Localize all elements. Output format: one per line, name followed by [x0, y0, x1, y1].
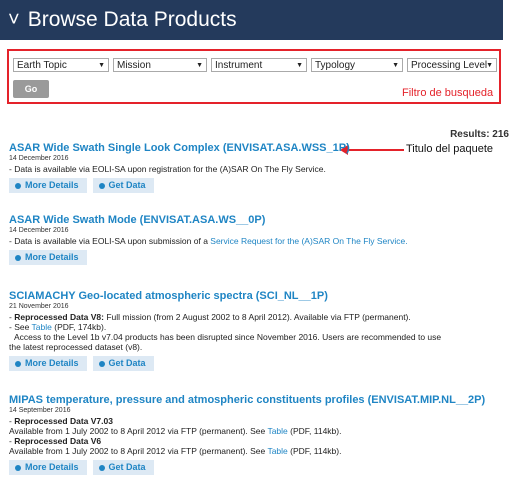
dropdown-arrow-icon: ▼: [486, 62, 493, 69]
more-details-icon: [15, 360, 21, 367]
product-description: - Data is available via EOLI-SA upon reg…: [9, 164, 326, 174]
instrument-select[interactable]: Instrument ▼: [211, 58, 307, 72]
desc-text: Available from 1 July 2002 to 8 April 20…: [9, 426, 268, 436]
collapse-caret-icon[interactable]: ˅: [8, 10, 20, 30]
product-title-link[interactable]: MIPAS temperature, pressure and atmosphe…: [9, 394, 509, 406]
dropdown-arrow-icon: ▼: [98, 62, 105, 69]
filter-panel: Earth Topic ▼ Mission ▼ Instrument ▼ Typolo…: [7, 49, 501, 104]
get-data-button[interactable]: Get Data: [92, 356, 154, 371]
desc-line: Available from 1 July 2002 to 8 April 20…: [9, 446, 509, 456]
get-data-icon: [98, 360, 105, 367]
product-title-link[interactable]: ASAR Wide Swath Single Look Complex (ENV…: [9, 142, 509, 154]
table-link[interactable]: Table: [32, 322, 52, 332]
typology-select-label: Typology: [315, 60, 356, 71]
desc-text: (PDF, 114kb).: [287, 426, 342, 436]
get-data-label: Get Data: [108, 358, 146, 368]
product-description: - Reprocessed Data V8: Full mission (fro…: [9, 312, 509, 352]
dropdown-arrow-icon: ▼: [392, 62, 399, 69]
more-details-label: More Details: [25, 180, 79, 190]
mission-select-label: Mission: [117, 60, 151, 71]
dropdown-arrow-icon: ▼: [296, 62, 303, 69]
desc-text: Full mission (from 2 August 2002 to 8 Ap…: [103, 312, 411, 322]
go-button[interactable]: Go: [13, 80, 49, 98]
product-date: 14 December 2016: [9, 227, 69, 234]
product-actions: More Details Get Data: [9, 460, 509, 475]
processing-level-select-label: Processing Level: [411, 60, 488, 71]
desc-text: See: [14, 322, 32, 332]
product-title-link[interactable]: SCIAMACHY Geo-located atmospheric spectr…: [9, 290, 509, 302]
reprocessed-label: Reprocessed Data V8:: [14, 312, 104, 322]
reprocessed-label: Reprocessed Data V6: [14, 436, 102, 446]
page-header: ˅ Browse Data Products: [0, 0, 503, 40]
product-description: - Reprocessed Data V7.03 Available from …: [9, 416, 509, 456]
dropdown-arrow-icon: ▼: [196, 62, 203, 69]
processing-level-select[interactable]: Processing Level ▼: [407, 58, 497, 72]
more-details-label: More Details: [25, 358, 79, 368]
get-data-label: Get Data: [108, 180, 146, 190]
more-details-label: More Details: [25, 252, 79, 262]
filter-annotation: Filtro de busqueda: [402, 87, 494, 99]
mission-select[interactable]: Mission ▼: [113, 58, 207, 72]
product-description-text: Data is available via EOLI-SA upon regis…: [14, 164, 326, 174]
product-actions: More Details: [9, 250, 509, 265]
typology-select[interactable]: Typology ▼: [311, 58, 403, 72]
product-actions: More Details Get Data: [9, 178, 509, 193]
product-description: - Data is available via EOLI-SA upon sub…: [9, 236, 408, 246]
more-details-icon: [15, 464, 21, 471]
more-details-button[interactable]: More Details: [9, 178, 87, 193]
desc-line: the latest reprocessed dataset (v8).: [9, 342, 143, 352]
product-date: 14 December 2016: [9, 155, 69, 162]
desc-text: Available from 1 July 2002 to 8 April 20…: [9, 446, 268, 456]
desc-line: - Reprocessed Data V6: [9, 436, 102, 446]
product-item: ASAR Wide Swath Single Look Complex (ENV…: [9, 142, 509, 193]
more-details-label: More Details: [25, 462, 79, 472]
reprocessed-label: Reprocessed Data V7.03: [14, 416, 113, 426]
get-data-button[interactable]: Get Data: [92, 178, 154, 193]
desc-line: Access to the Level 1b v7.04 products ha…: [14, 332, 442, 342]
product-item: ASAR Wide Swath Mode (ENVISAT.ASA.WS__0P…: [9, 214, 509, 265]
desc-line: - Reprocessed Data V7.03: [9, 416, 113, 426]
table-link[interactable]: Table: [267, 426, 287, 436]
get-data-icon: [98, 182, 105, 189]
product-date: 14 September 2016: [9, 407, 71, 414]
product-item: MIPAS temperature, pressure and atmosphe…: [9, 394, 509, 475]
more-details-button[interactable]: More Details: [9, 250, 87, 265]
product-date: 21 November 2016: [9, 303, 69, 310]
more-details-icon: [15, 254, 21, 261]
more-details-button[interactable]: More Details: [9, 356, 87, 371]
results-count: Results: 216: [450, 129, 509, 140]
service-request-link[interactable]: Service Request for the (A)SAR On The Fl…: [210, 236, 407, 246]
get-data-button[interactable]: Get Data: [92, 460, 154, 475]
product-description-text: Data is available via EOLI-SA upon submi…: [14, 236, 211, 246]
product-title-link[interactable]: ASAR Wide Swath Mode (ENVISAT.ASA.WS__0P…: [9, 214, 509, 226]
get-data-icon: [98, 464, 105, 471]
more-details-icon: [15, 182, 21, 189]
desc-text: (PDF, 174kb).: [51, 322, 107, 332]
desc-line: Available from 1 July 2002 to 8 April 20…: [9, 426, 509, 436]
product-actions: More Details Get Data: [9, 356, 509, 371]
product-item: SCIAMACHY Geo-located atmospheric spectr…: [9, 290, 509, 371]
get-data-label: Get Data: [108, 462, 146, 472]
table-link[interactable]: Table: [267, 446, 287, 456]
page-title: Browse Data Products: [27, 8, 237, 31]
desc-line: - See Table (PDF, 174kb).: [9, 322, 107, 332]
earth-topic-select-label: Earth Topic: [17, 60, 67, 71]
instrument-select-label: Instrument: [215, 60, 263, 71]
desc-line: - Reprocessed Data V8: Full mission (fro…: [9, 312, 411, 322]
more-details-button[interactable]: More Details: [9, 460, 87, 475]
desc-text: (PDF, 114kb).: [287, 446, 342, 456]
earth-topic-select[interactable]: Earth Topic ▼: [13, 58, 109, 72]
